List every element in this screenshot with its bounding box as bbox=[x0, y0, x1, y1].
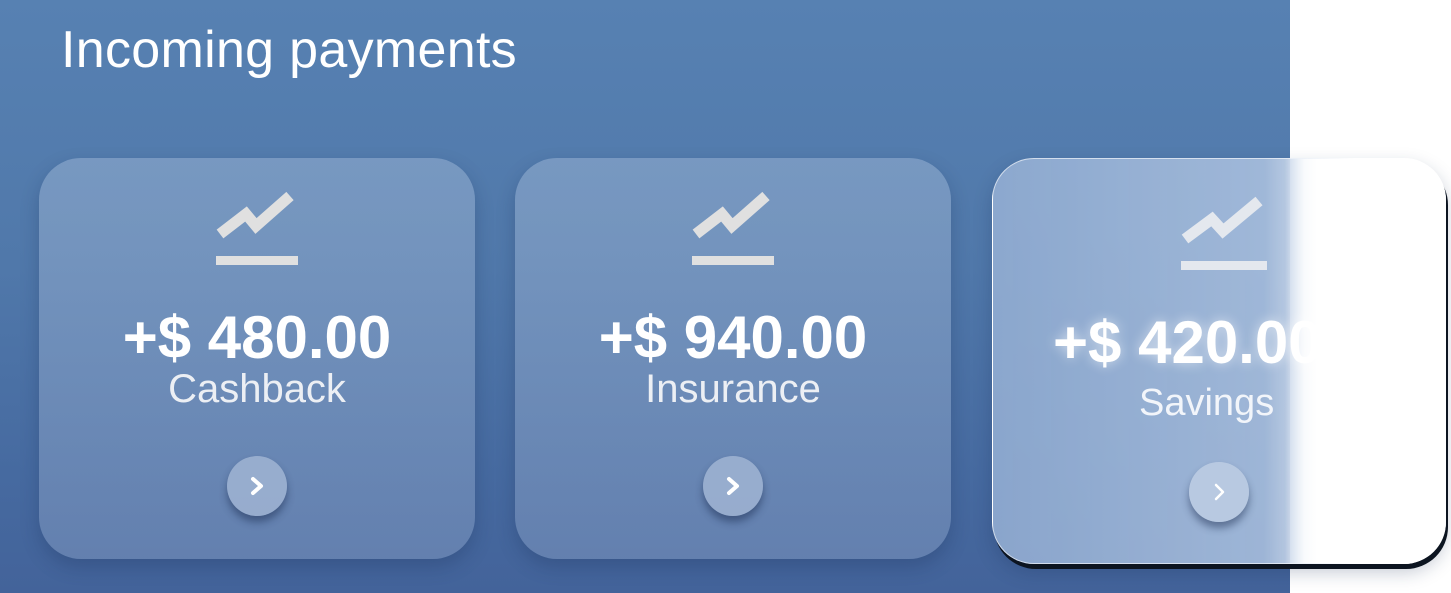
payment-label: Insurance bbox=[645, 367, 821, 411]
section-title: Incoming payments bbox=[61, 21, 517, 79]
payment-card-savings[interactable]: +$ 420.00 Savings bbox=[992, 158, 1446, 564]
incoming-payments-screen: Incoming payments +$ 480.00 Cashback +$ … bbox=[0, 0, 1451, 593]
card-fade-overlay bbox=[1285, 159, 1446, 563]
payment-amount: +$ 420.00 bbox=[1053, 309, 1322, 376]
payment-card-cashback[interactable]: +$ 480.00 Cashback bbox=[39, 158, 475, 559]
trending-up-icon bbox=[1181, 196, 1267, 270]
payment-amount: +$ 940.00 bbox=[598, 304, 868, 371]
payment-label: Cashback bbox=[168, 367, 346, 411]
open-insurance-button[interactable] bbox=[703, 456, 763, 516]
chevron-right-icon bbox=[251, 477, 263, 495]
payment-card-insurance[interactable]: +$ 940.00 Insurance bbox=[515, 158, 951, 559]
open-savings-button[interactable] bbox=[1189, 462, 1249, 522]
trending-up-icon bbox=[692, 191, 774, 265]
chevron-right-icon bbox=[727, 477, 739, 495]
open-cashback-button[interactable] bbox=[227, 456, 287, 516]
trending-up-icon bbox=[216, 191, 298, 265]
payment-label: Savings bbox=[1139, 382, 1275, 424]
payment-amount: +$ 480.00 bbox=[122, 304, 392, 371]
chevron-right-icon bbox=[1214, 483, 1225, 501]
